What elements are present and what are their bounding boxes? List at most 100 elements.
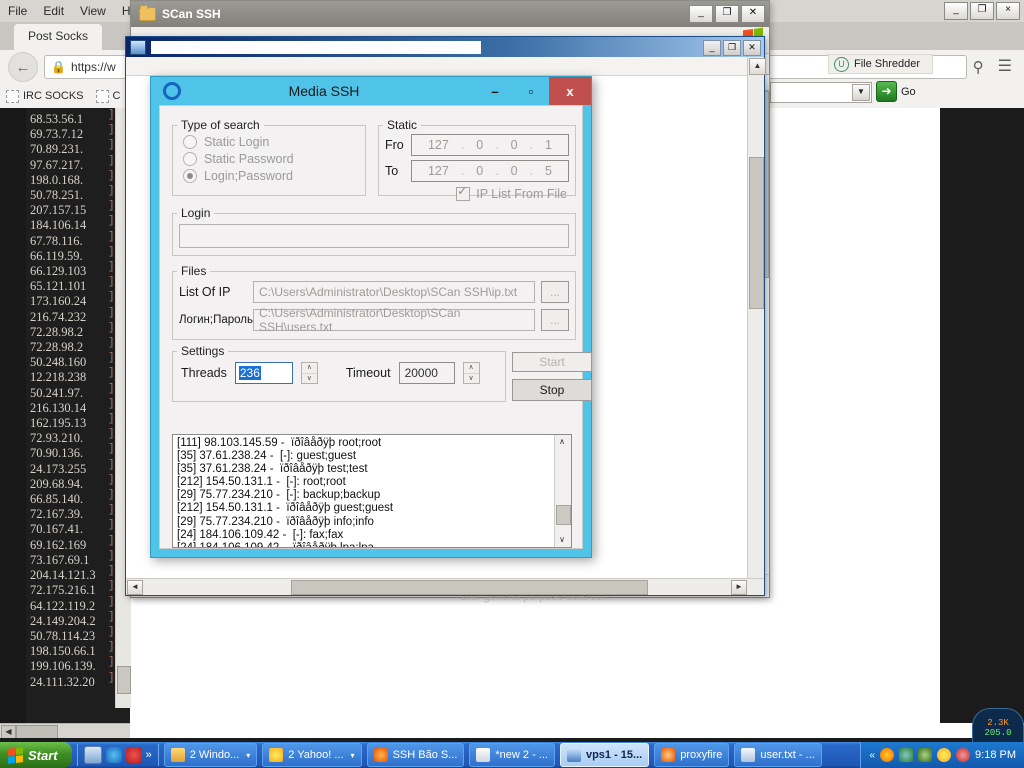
editor-horizontal-scrollbar[interactable]: ◀	[0, 723, 130, 739]
start-button[interactable]: Start	[0, 742, 72, 768]
bookmark-label: C	[112, 90, 121, 102]
browse-ip-button[interactable]: ...	[541, 281, 569, 303]
from-octet-3: 0	[510, 138, 518, 152]
taskbar-item-3[interactable]: *new 2 - ...	[469, 743, 555, 767]
taskbar-item-6[interactable]: user.txt - ...	[734, 743, 822, 767]
explorer-maximize-button[interactable]: ❐	[715, 5, 739, 23]
scan-log-output[interactable]: [111] 98.103.145.59 - ïðîâåðÿþ root;root…	[172, 434, 572, 548]
scroll-right-arrow-icon[interactable]: ►	[731, 580, 747, 595]
antivirus-icon[interactable]	[956, 748, 971, 762]
bookmark-irc-socks[interactable]: IRC SOCKS	[6, 89, 84, 103]
media-ssh-titlebar[interactable]: Media SSH – ▫ x	[151, 77, 591, 105]
yahoo-smiley-icon[interactable]	[937, 748, 952, 762]
credentials-input[interactable]: C:\Users\Administrator\Desktop\SCan SSH\…	[253, 306, 535, 334]
to-ip-input[interactable]: 127. 0. 0. 5	[411, 160, 569, 182]
log-vertical-scrollbar[interactable]: ∧ ∨	[554, 435, 571, 547]
scroll-up-arrow-icon[interactable]: ▲	[749, 58, 766, 75]
threads-label: Threads	[181, 366, 227, 380]
network-speed-gauge[interactable]: 2.3K 205.0	[972, 708, 1024, 744]
threads-input[interactable]: 236	[234, 362, 293, 384]
rdp-inner-header	[126, 57, 764, 76]
tray-expand-icon[interactable]: «	[869, 750, 875, 761]
file-shredder-button[interactable]: U File Shredder	[828, 54, 933, 74]
explorer-minimize-button[interactable]: _	[689, 5, 713, 23]
browser-close-button[interactable]: ×	[996, 2, 1020, 20]
rdp-vertical-scrollbar[interactable]: ▲	[747, 57, 766, 579]
flame-icon[interactable]	[880, 748, 895, 762]
from-octet-2: 0	[476, 138, 484, 152]
explorer-close-button[interactable]: ✕	[741, 5, 765, 23]
taskbar-items: 2 Windo... ▾ 2 Yahoo! ... ▾ SSH Bão S... *new…	[159, 743, 822, 767]
radio-static-login[interactable]: Static Login	[183, 135, 365, 149]
scroll-left-arrow-icon[interactable]: ◀	[1, 725, 16, 739]
threads-spinner[interactable]: ∧ ∨	[300, 362, 318, 384]
rdp-maximize-button[interactable]: ❐	[723, 40, 741, 56]
spin-up-icon[interactable]: ∧	[301, 363, 317, 374]
stop-button[interactable]: Stop	[512, 379, 592, 401]
scroll-left-arrow-icon[interactable]: ◄	[127, 580, 143, 595]
ip-list-from-file-checkbox[interactable]: IP List From File	[379, 184, 567, 201]
log-line: [24] 184.106.109.42 - [-]: fax;fax	[177, 528, 344, 541]
spin-down-icon[interactable]: ∨	[302, 374, 317, 384]
bookmark-c[interactable]: C	[95, 89, 121, 103]
media-ssh-close-button[interactable]: x	[549, 77, 591, 105]
spin-down-icon[interactable]: ∨	[464, 374, 479, 384]
taskbar-clock[interactable]: 9:18 PM	[975, 749, 1016, 761]
radio-login-password[interactable]: Login;Password	[183, 169, 365, 183]
spin-up-icon[interactable]: ∧	[463, 363, 479, 374]
address-combobox[interactable]: ▼	[770, 82, 872, 103]
rdp-close-button[interactable]: ✕	[743, 40, 761, 56]
media-ssh-dialog[interactable]: Media SSH – ▫ x Type of search Static Lo…	[150, 76, 592, 558]
shield-green-icon[interactable]	[918, 748, 933, 762]
hamburger-menu-icon[interactable]: ☰	[998, 59, 1012, 75]
chevron-down-icon[interactable]: ▼	[852, 84, 870, 101]
chevron-down-icon[interactable]: ▾	[246, 751, 250, 760]
start-button[interactable]: Start	[512, 352, 592, 372]
timeout-input[interactable]: 20000	[398, 362, 455, 384]
browser-tab-post-socks[interactable]: Post Socks	[14, 24, 103, 50]
search-icon[interactable]: ⚲	[973, 58, 984, 76]
menu-file[interactable]: File	[8, 4, 27, 18]
rdp-horizontal-scrollbar[interactable]: ◄ ►	[126, 578, 764, 595]
proxyfire-icon	[661, 748, 676, 762]
media-ssh-maximize-button[interactable]: ▫	[513, 77, 549, 105]
scrollbar-thumb[interactable]	[16, 725, 58, 739]
rdp-titlebar[interactable]	[126, 37, 764, 57]
credentials-label: Логин;Пароль	[179, 314, 254, 326]
scrollbar-thumb[interactable]	[117, 666, 131, 694]
explorer-titlebar[interactable]: SCan SSH	[131, 1, 769, 27]
timeout-spinner[interactable]: ∧ ∨	[462, 362, 480, 384]
taskbar-item-1[interactable]: 2 Yahoo! ... ▾	[262, 743, 362, 767]
taskbar-item-5[interactable]: proxyfire	[654, 743, 730, 767]
taskbar-item-4[interactable]: vps1 - 15...	[559, 743, 650, 767]
threads-value: 236	[238, 366, 261, 380]
menu-edit[interactable]: Edit	[43, 4, 64, 18]
browse-credentials-button[interactable]: ...	[541, 309, 569, 331]
media-ssh-minimize-button[interactable]: –	[477, 77, 513, 105]
rdp-minimize-button[interactable]: _	[703, 40, 721, 56]
browser-minimize-button[interactable]: _	[944, 2, 968, 20]
go-button[interactable]: ➜ Go	[876, 81, 916, 102]
to-octet-3: 0	[510, 164, 518, 178]
quick-launch-overflow-icon[interactable]: »	[146, 749, 152, 761]
log-scroll-up-icon[interactable]: ∧	[555, 435, 569, 449]
login-input[interactable]	[179, 224, 569, 248]
browser-maximize-button[interactable]: ❐	[970, 2, 994, 20]
menu-view[interactable]: View	[80, 4, 106, 18]
network-icon[interactable]	[899, 748, 914, 762]
from-ip-input[interactable]: 127. 0. 0. 1	[411, 134, 569, 156]
scrollbar-thumb[interactable]	[556, 505, 571, 525]
scrollbar-thumb[interactable]	[749, 157, 764, 309]
show-desktop-icon[interactable]	[83, 746, 102, 764]
back-arrow-icon[interactable]: ←	[8, 52, 38, 82]
scrollbar-thumb[interactable]	[291, 580, 648, 595]
taskbar-item-2[interactable]: SSH Bão S...	[366, 743, 465, 767]
opera-icon[interactable]	[125, 747, 142, 763]
radio-static-password[interactable]: Static Password	[183, 152, 365, 166]
list-of-ip-input[interactable]: C:\Users\Administrator\Desktop\SCan SSH\…	[253, 281, 535, 303]
chevron-down-icon[interactable]: ▾	[351, 751, 355, 760]
log-scroll-down-icon[interactable]: ∨	[555, 533, 569, 547]
radio-label: Static Password	[204, 152, 294, 166]
taskbar-item-0[interactable]: 2 Windo... ▾	[163, 743, 258, 767]
media-player-icon[interactable]	[105, 747, 122, 763]
